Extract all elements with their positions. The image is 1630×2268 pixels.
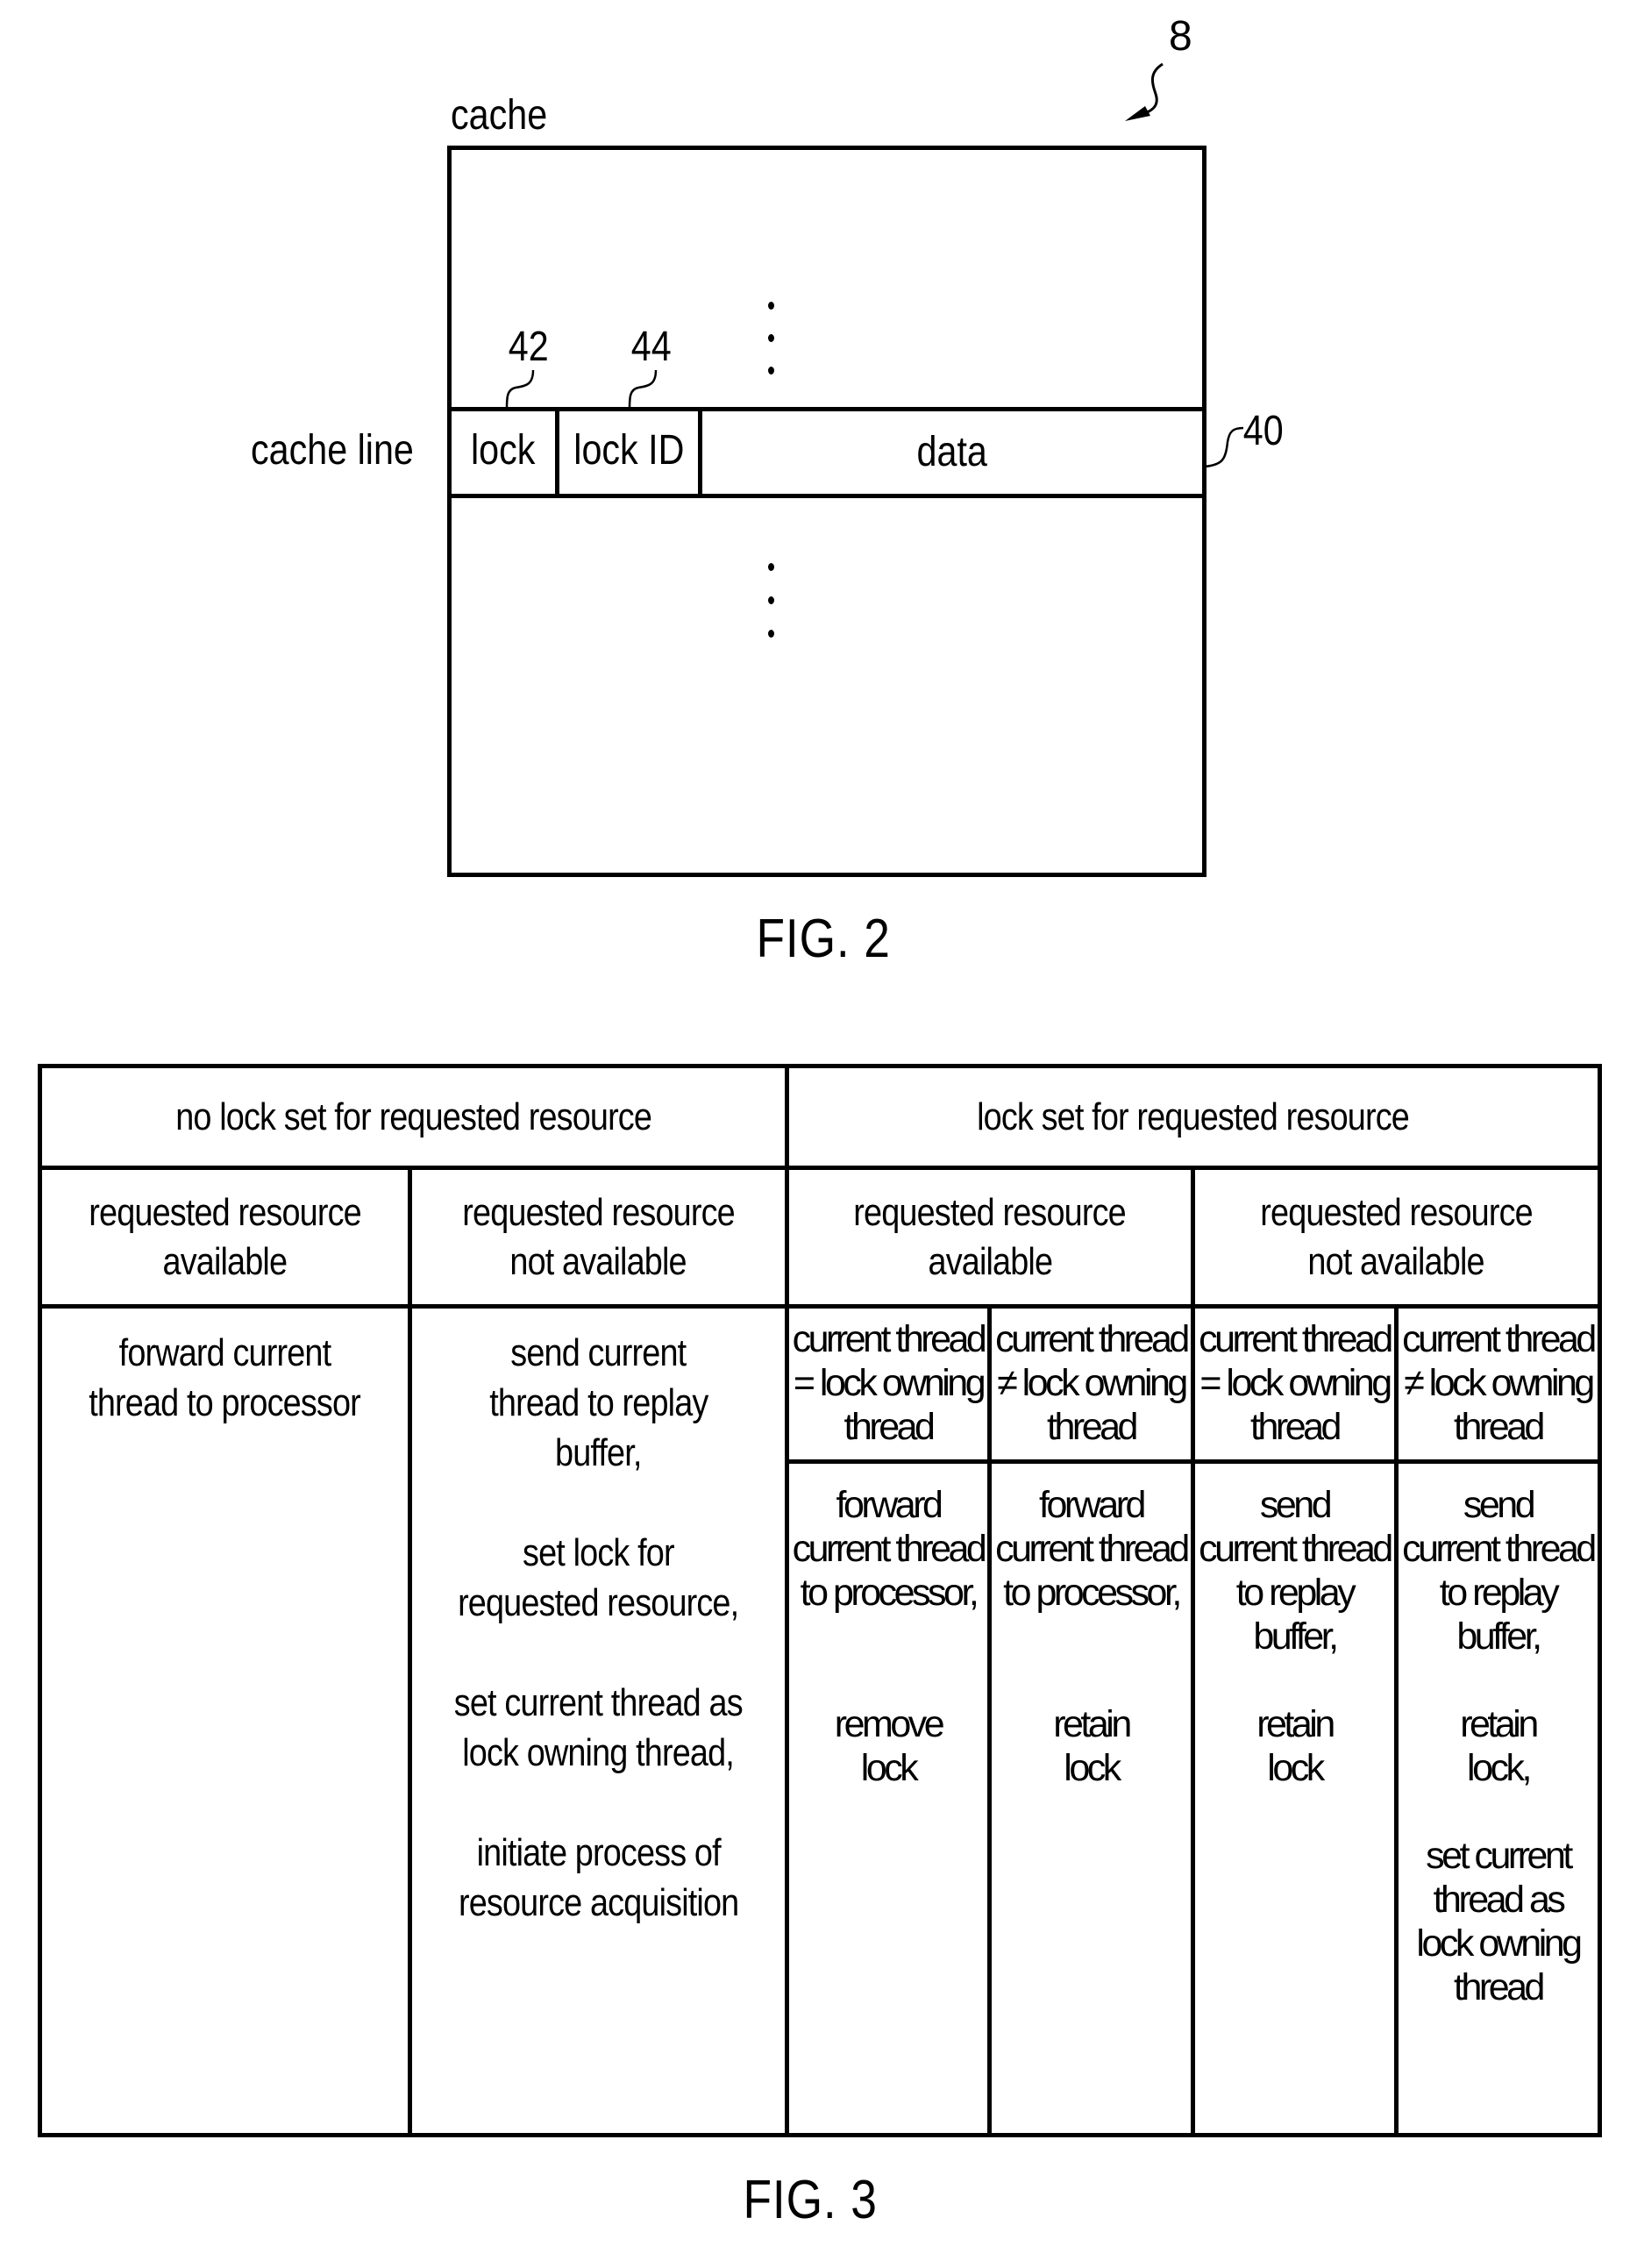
action-no-lock-not-available: send current thread to replay buffer, se… <box>453 1331 744 1924</box>
thread-header-not-equal-1: current thread ≠ lock owning thread <box>995 1318 1190 1448</box>
subheader-no-lock-available: requested resource available <box>89 1190 361 1283</box>
reference-numeral-40: 40 <box>1242 408 1284 454</box>
leader-line-42-icon <box>505 369 535 410</box>
action-lock-available-other-owner: forward current thread to processor, ret… <box>995 1484 1190 1789</box>
action-no-lock-available: forward current thread to processor <box>89 1331 362 1424</box>
action-lock-not-available-other-owner: send current thread to replay buffer, re… <box>1402 1484 1597 2008</box>
lock-field: lock <box>471 427 536 474</box>
thread-header-equal-2: current thread = lock owning thread <box>1199 1318 1393 1448</box>
reference-numeral-44: 44 <box>630 324 672 370</box>
thread-header-not-equal-2: current thread ≠ lock owning thread <box>1402 1318 1597 1448</box>
fig2-caption: FIG. 2 <box>756 909 892 969</box>
header-no-lock: no lock set for requested resource <box>175 1095 652 1138</box>
cache-line-bottom-border <box>447 494 1206 498</box>
lock-id-field: lock ID <box>573 427 685 474</box>
cache-label: cache <box>451 92 548 139</box>
leader-arrow-icon <box>1125 62 1164 121</box>
header-lock-set: lock set for requested resource <box>977 1095 1411 1138</box>
subheader-no-lock-not-available: requested resource not available <box>462 1190 735 1283</box>
leader-line-44-icon <box>628 369 658 410</box>
thread-header-equal-1: current thread = lock owning thread <box>792 1318 987 1448</box>
subheader-lock-available: requested resource available <box>853 1190 1127 1283</box>
reference-numeral-42: 42 <box>508 324 549 370</box>
subheader-lock-not-available: requested resource not available <box>1260 1190 1533 1283</box>
action-lock-not-available-same-owner: send current thread to replay buffer, re… <box>1199 1484 1393 1789</box>
data-field: data <box>916 429 988 475</box>
cache-line-top-border <box>447 407 1206 411</box>
cache-line-label: cache line <box>251 427 414 474</box>
cache-box <box>447 146 1206 877</box>
reference-numeral-8: 8 <box>1169 13 1192 60</box>
fig3-caption: FIG. 3 <box>743 2170 879 2230</box>
action-lock-available-same-owner: forward current thread to processor, rem… <box>792 1484 987 1789</box>
